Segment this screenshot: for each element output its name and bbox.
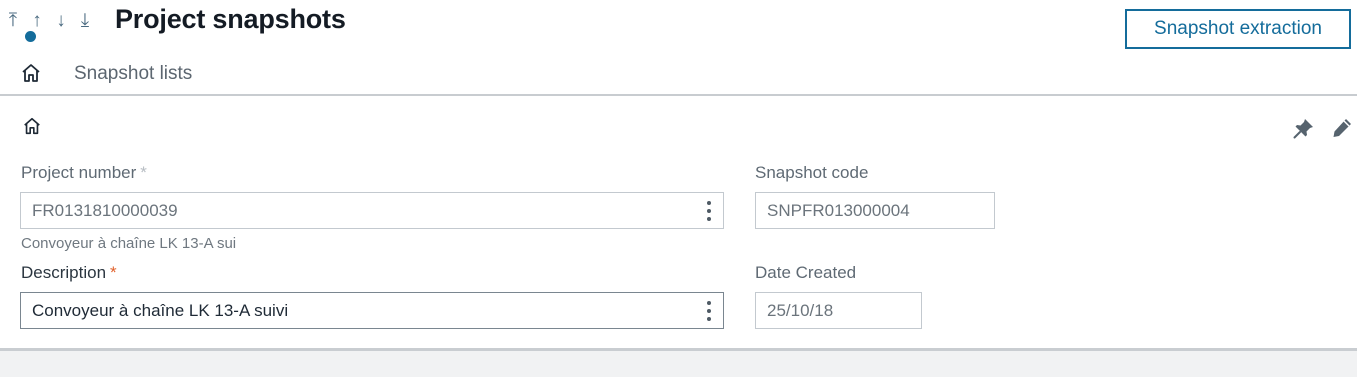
active-tab-indicator bbox=[25, 31, 36, 42]
project-number-hint: Convoyeur à chaîne LK 13-A sui bbox=[21, 235, 237, 252]
project-number-value: FR0131810000039 bbox=[32, 200, 178, 220]
top-bar: ⤒ ↑ ↓ ⤓ Project snapshots Snapshot extra… bbox=[0, 0, 1357, 95]
required-marker: * bbox=[110, 263, 117, 282]
tab-bar: Snapshot lists bbox=[0, 58, 1357, 95]
date-created-input[interactable]: 25/10/18 bbox=[755, 292, 922, 329]
project-number-label: Project number * bbox=[21, 163, 147, 182]
first-record-icon[interactable]: ⤒ bbox=[4, 9, 22, 31]
next-record-icon[interactable]: ↓ bbox=[52, 9, 70, 31]
tab-home[interactable] bbox=[20, 62, 42, 84]
record-navigation: ⤒ ↑ ↓ ⤓ bbox=[4, 9, 94, 31]
home-icon bbox=[22, 64, 40, 82]
snapshot-code-value: SNPFR013000004 bbox=[767, 200, 910, 220]
page-background bbox=[0, 351, 1357, 377]
description-menu-icon[interactable] bbox=[703, 301, 715, 321]
page-title: Project snapshots bbox=[115, 4, 346, 34]
required-marker: * bbox=[140, 163, 147, 182]
home-icon[interactable] bbox=[22, 116, 42, 136]
tab-divider bbox=[0, 94, 1357, 96]
description-value: Convoyeur à chaîne LK 13-A suivi bbox=[32, 300, 289, 320]
pencil-icon[interactable] bbox=[1330, 116, 1354, 140]
description-label: Description * bbox=[21, 263, 117, 282]
snapshot-code-label: Snapshot code bbox=[755, 163, 869, 182]
project-number-input[interactable]: FR0131810000039 bbox=[20, 192, 724, 229]
description-input[interactable]: Convoyeur à chaîne LK 13-A suivi bbox=[20, 292, 724, 329]
pin-icon[interactable] bbox=[1292, 116, 1316, 140]
tab-snapshot-lists[interactable]: Snapshot lists bbox=[74, 63, 192, 85]
snapshot-extraction-button[interactable]: Snapshot extraction bbox=[1125, 9, 1351, 49]
date-created-label: Date Created bbox=[755, 263, 857, 282]
date-created-value: 25/10/18 bbox=[767, 300, 834, 320]
previous-record-icon[interactable]: ↑ bbox=[28, 9, 46, 31]
project-number-menu-icon[interactable] bbox=[703, 201, 715, 221]
last-record-icon[interactable]: ⤓ bbox=[76, 9, 94, 31]
snapshot-code-input[interactable]: SNPFR013000004 bbox=[755, 192, 995, 229]
snapshot-form-panel: Project number * FR0131810000039 Convoyeu… bbox=[0, 96, 1357, 348]
